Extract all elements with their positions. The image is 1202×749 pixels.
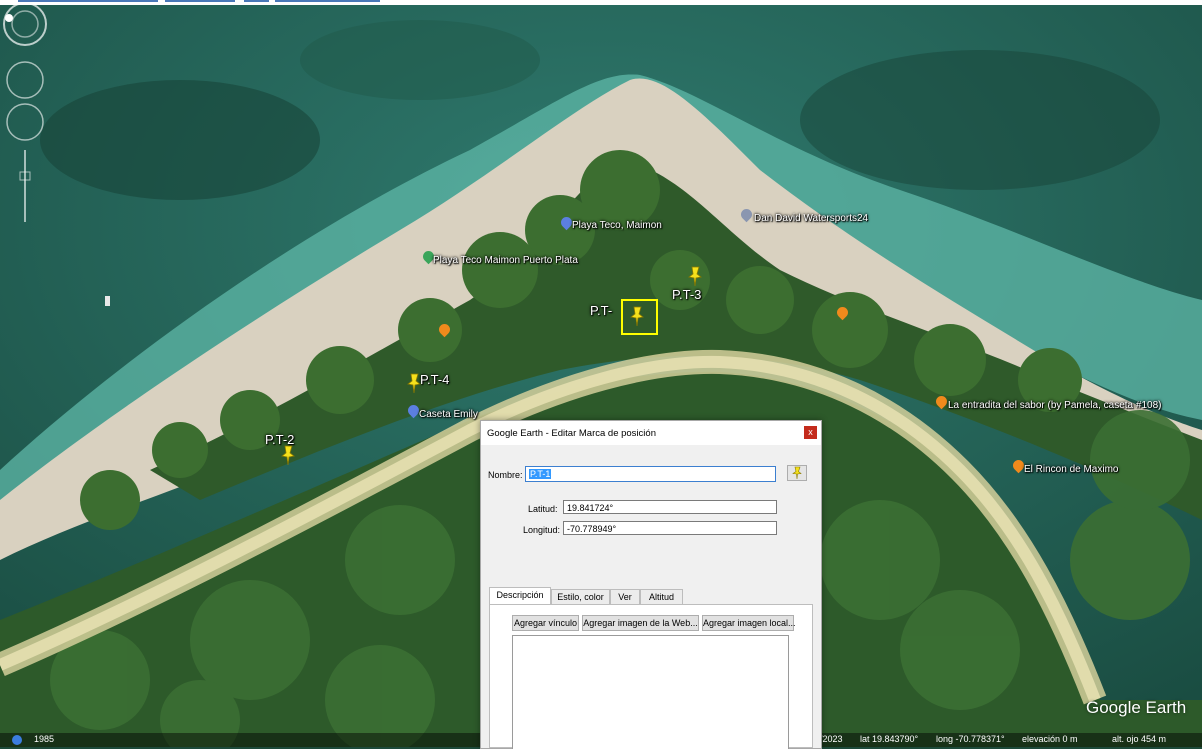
north-up-icon: [5, 14, 13, 22]
placemark-icon-button[interactable]: [787, 465, 807, 481]
name-input-value: P.T-1: [529, 469, 552, 479]
imagery-date: /2023: [820, 734, 843, 744]
name-input[interactable]: P.T-1: [525, 466, 776, 482]
pushpin-icon[interactable]: [279, 444, 297, 466]
top-strip-segment: [165, 0, 235, 2]
dialog-title-bar[interactable]: Google Earth - Editar Marca de posición …: [481, 421, 821, 445]
label-el-rincon[interactable]: El Rincon de Maximo: [1024, 464, 1118, 475]
name-label: Nombre:: [488, 470, 523, 480]
status-lat: lat 19.843790°: [860, 734, 919, 744]
look-joystick-icon: [6, 61, 44, 99]
label-playa-teco-maimon[interactable]: Playa Teco, Maimon: [572, 220, 662, 231]
latitude-input[interactable]: 19.841724°: [563, 500, 777, 514]
dialog-title: Google Earth - Editar Marca de posición: [487, 428, 656, 439]
placemark-label-pt3[interactable]: P.T-3: [672, 287, 701, 302]
close-button[interactable]: x: [804, 426, 817, 439]
label-playa-teco-puerto-plata[interactable]: Playa Teco Maimon Puerto Plata: [433, 255, 578, 266]
add-link-button[interactable]: Agregar vínculo: [512, 615, 579, 631]
history-icon[interactable]: [12, 735, 22, 745]
top-strip: [0, 0, 1202, 5]
placemark-label-pt1[interactable]: P.T-: [590, 303, 612, 318]
edit-placemark-dialog: Google Earth - Editar Marca de posición …: [480, 420, 822, 749]
label-la-entradita[interactable]: La entradita del sabor (by Pamela, caset…: [948, 400, 1161, 411]
top-strip-segment: [244, 0, 269, 2]
description-tab-panel: Agregar vínculo Agregar imagen de la Web…: [489, 604, 813, 749]
pushpin-icon: [792, 466, 802, 480]
history-year[interactable]: 1985: [34, 734, 54, 744]
longitude-input[interactable]: -70.778949°: [563, 521, 777, 535]
pushpin-icon[interactable]: [628, 305, 646, 327]
placemark-label-pt2[interactable]: P.T-2: [265, 432, 294, 447]
tab-altitud[interactable]: Altitud: [640, 589, 683, 604]
compass-icon: [3, 2, 47, 46]
tab-estilo-color[interactable]: Estilo, color: [551, 589, 610, 604]
label-dan-david[interactable]: Dan David Watersports24: [754, 213, 868, 224]
move-joystick-icon: [6, 103, 44, 141]
google-earth-watermark: Google Earth: [1086, 698, 1187, 717]
pushpin-icon[interactable]: [686, 265, 704, 287]
tab-ver[interactable]: Ver: [610, 589, 640, 604]
top-strip-segment: [275, 0, 380, 2]
placemark-label-pt4[interactable]: P.T-4: [420, 372, 449, 387]
status-long: long -70.778371°: [936, 734, 1005, 744]
status-eye-altitude: alt. ojo 454 m: [1112, 734, 1167, 744]
add-local-image-button[interactable]: Agregar imagen local...: [702, 615, 796, 631]
status-elevation: elevación 0 m: [1022, 734, 1078, 744]
add-web-image-button[interactable]: Agregar imagen de la Web...: [582, 615, 699, 631]
label-caseta-emily[interactable]: Caseta Emily: [419, 409, 478, 420]
navigation-controls[interactable]: [0, 0, 50, 230]
longitude-label: Longitud:: [523, 525, 561, 535]
tab-descripcion[interactable]: Descripción: [489, 587, 551, 604]
description-textarea[interactable]: [512, 635, 789, 749]
latitude-label: Latitud:: [528, 504, 558, 514]
